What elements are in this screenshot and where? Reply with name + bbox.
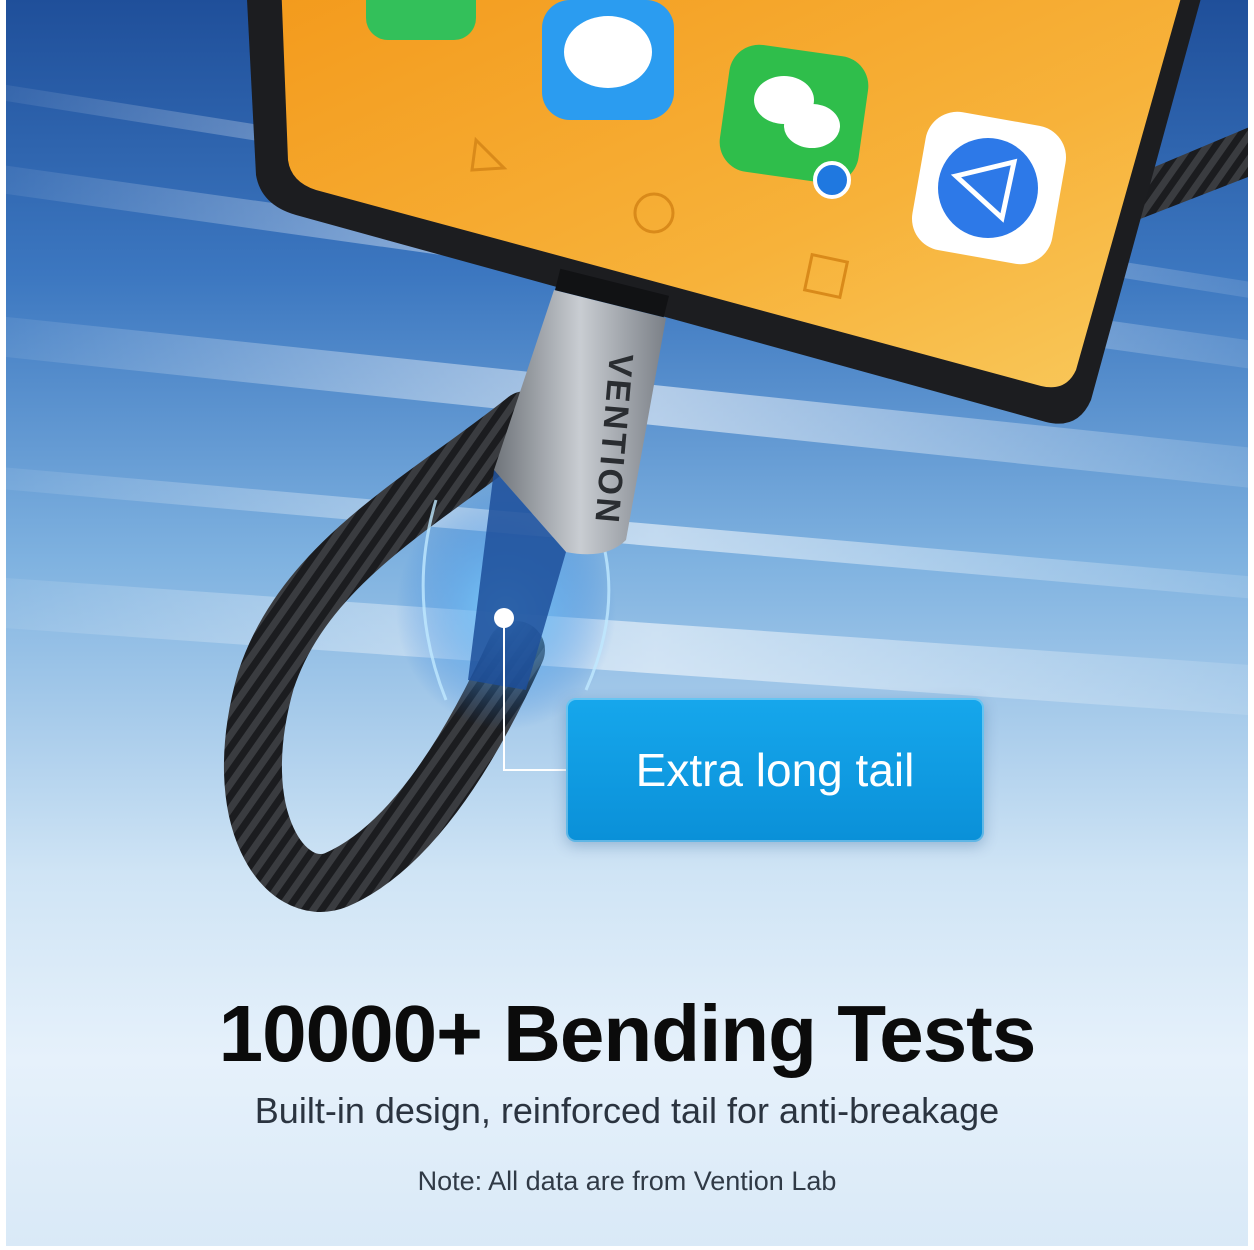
message-icon	[542, 0, 674, 120]
extra-long-tail-callout: Extra long tail	[566, 698, 984, 842]
footnote: Note: All data are from Vention Lab	[417, 1166, 837, 1196]
headline: 10000+ Bending Tests	[218, 989, 1037, 1078]
product-banner: VENTION Extra long tail 10000+ Bending T…	[6, 0, 1248, 1246]
phone-icon	[366, 0, 476, 40]
callout-label: Extra long tail	[635, 744, 915, 796]
browser-icon	[911, 111, 1067, 265]
subheadline: Built-in design, reinforced tail for ant…	[254, 1090, 1000, 1131]
